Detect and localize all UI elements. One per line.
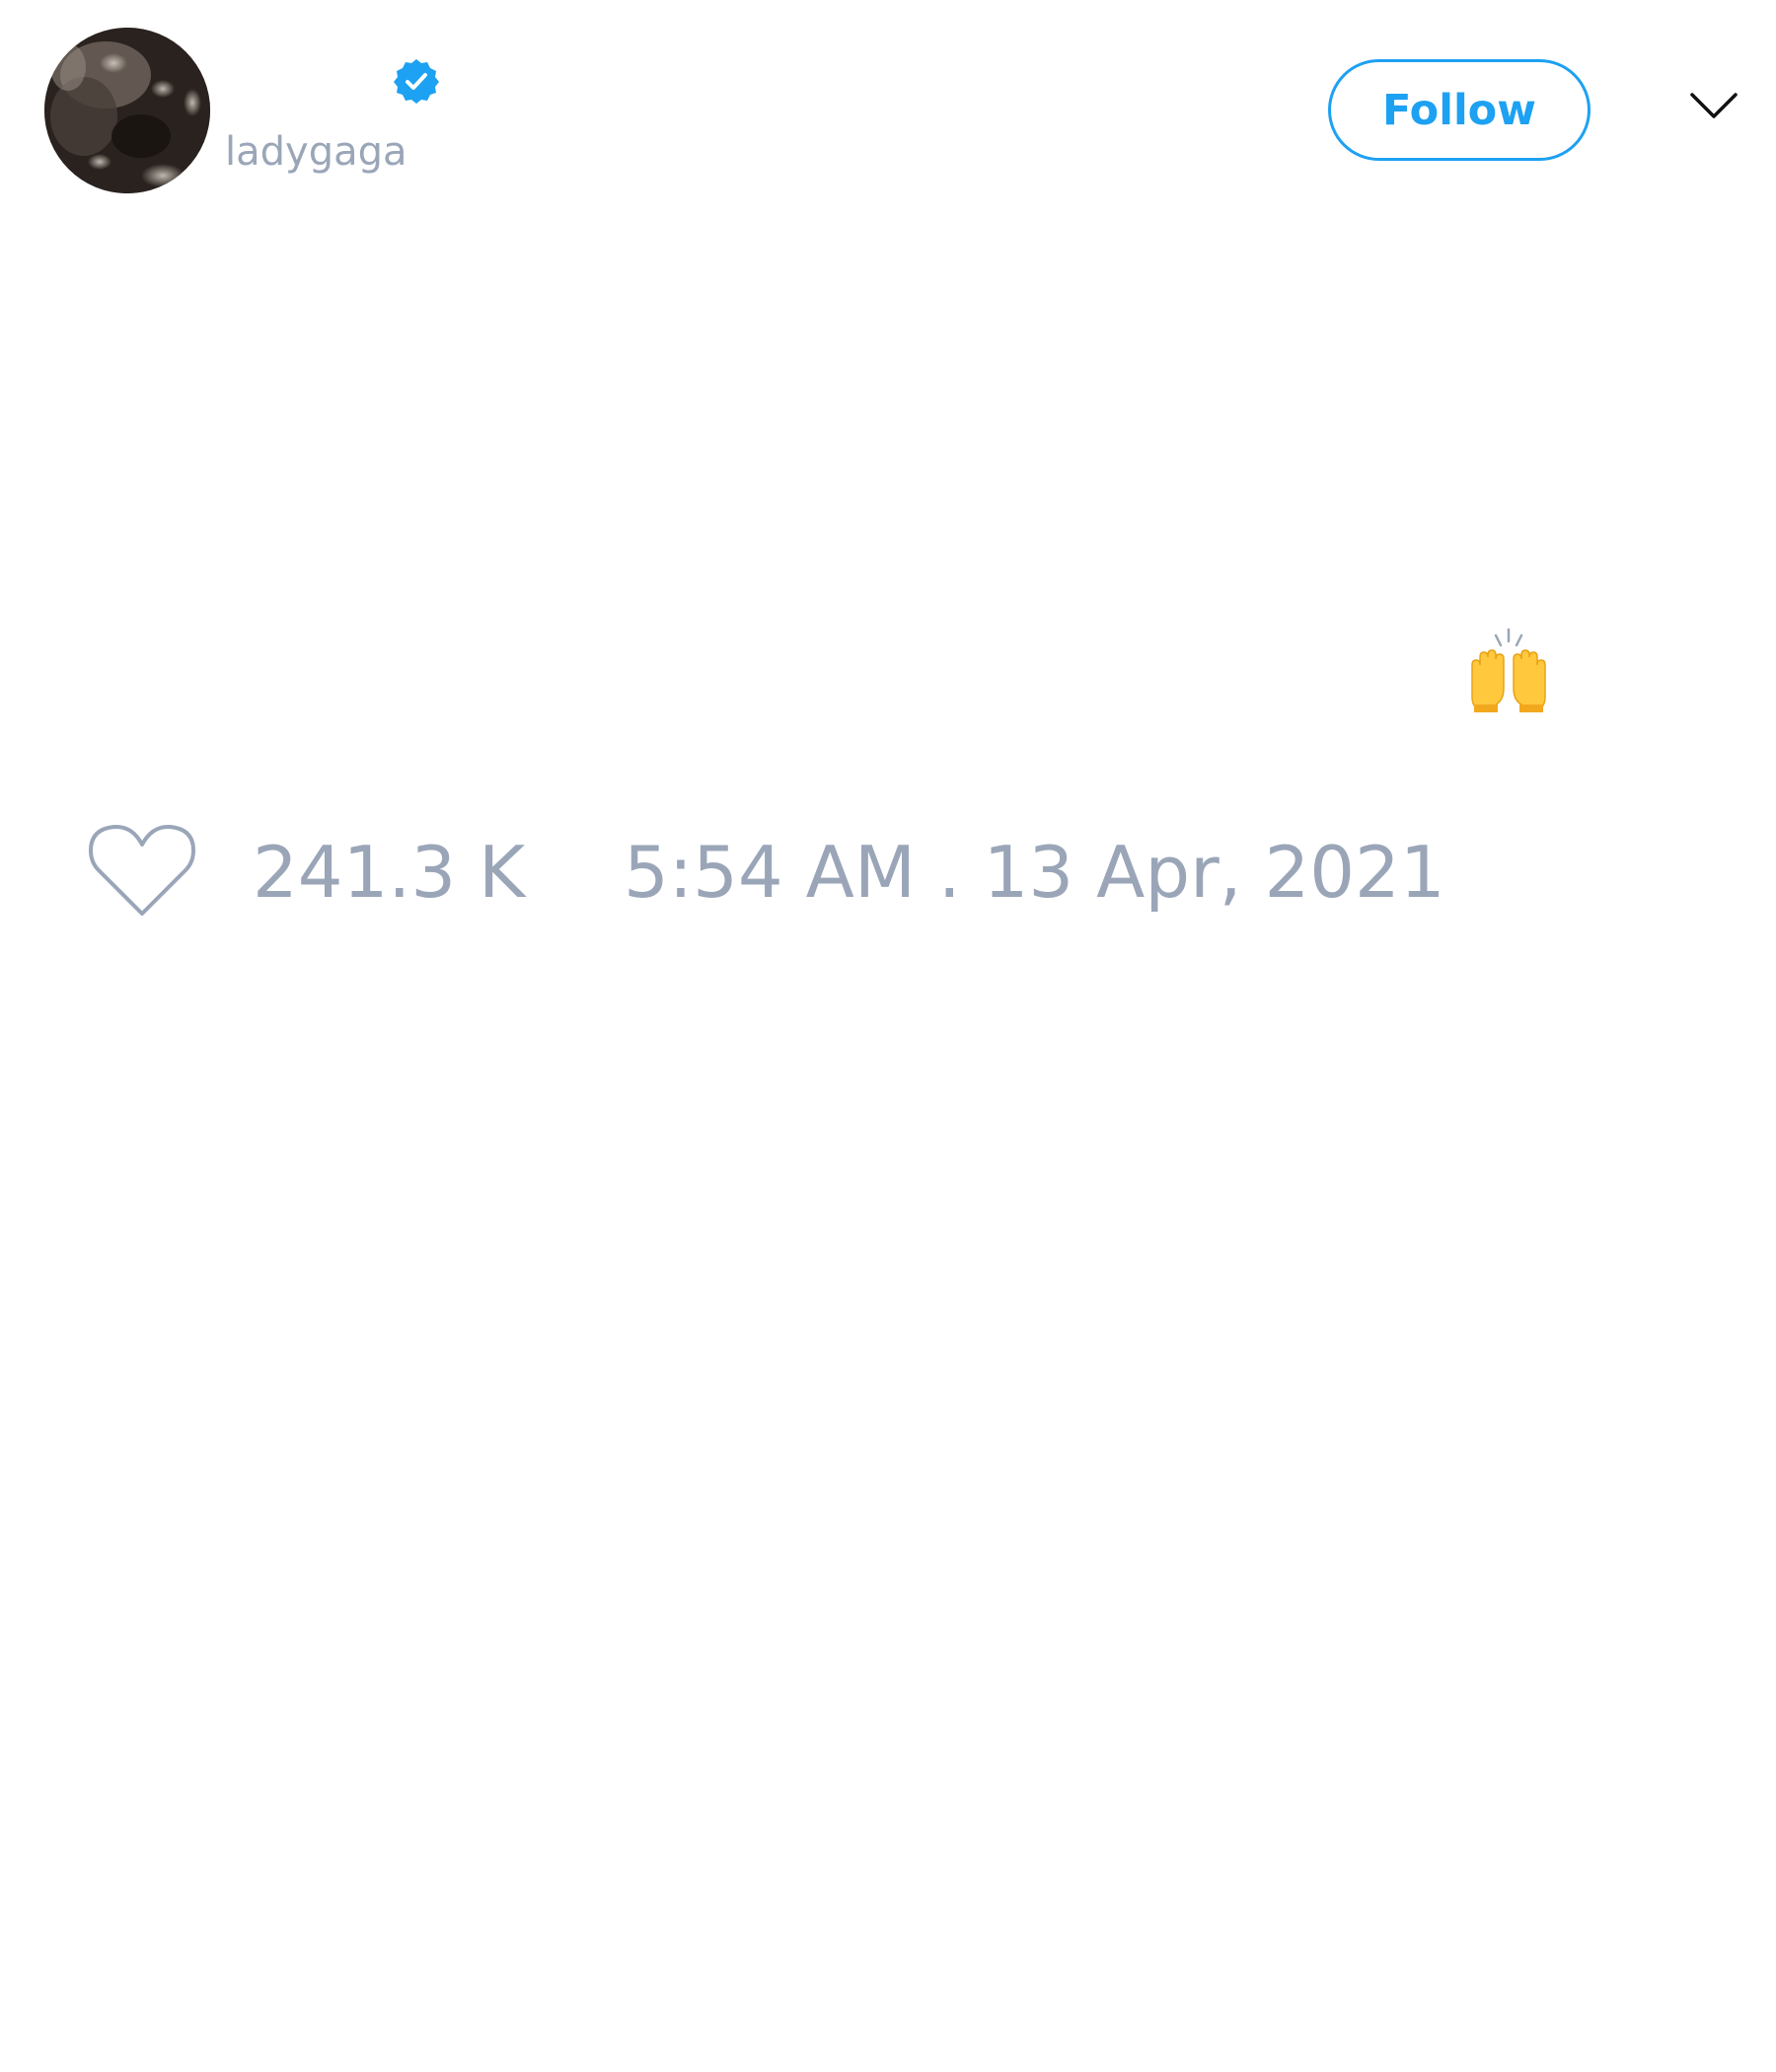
raising-hands-emoji	[1471, 628, 1546, 712]
username[interactable]: ladygaga	[225, 126, 407, 178]
avatar[interactable]	[44, 28, 210, 193]
tweet-card: ladygaga Follow 241.3 K 5:54 AM . 13 Apr…	[0, 0, 1776, 2072]
avatar-image	[44, 28, 210, 193]
heart-icon[interactable]	[89, 823, 195, 920]
tweet-timestamp[interactable]: 5:54 AM . 13 Apr, 2021	[624, 831, 1445, 914]
verified-badge-icon	[394, 59, 439, 104]
like-count: 241.3 K	[253, 831, 526, 914]
follow-button[interactable]: Follow	[1328, 59, 1591, 161]
chevron-down-icon[interactable]	[1689, 91, 1739, 122]
